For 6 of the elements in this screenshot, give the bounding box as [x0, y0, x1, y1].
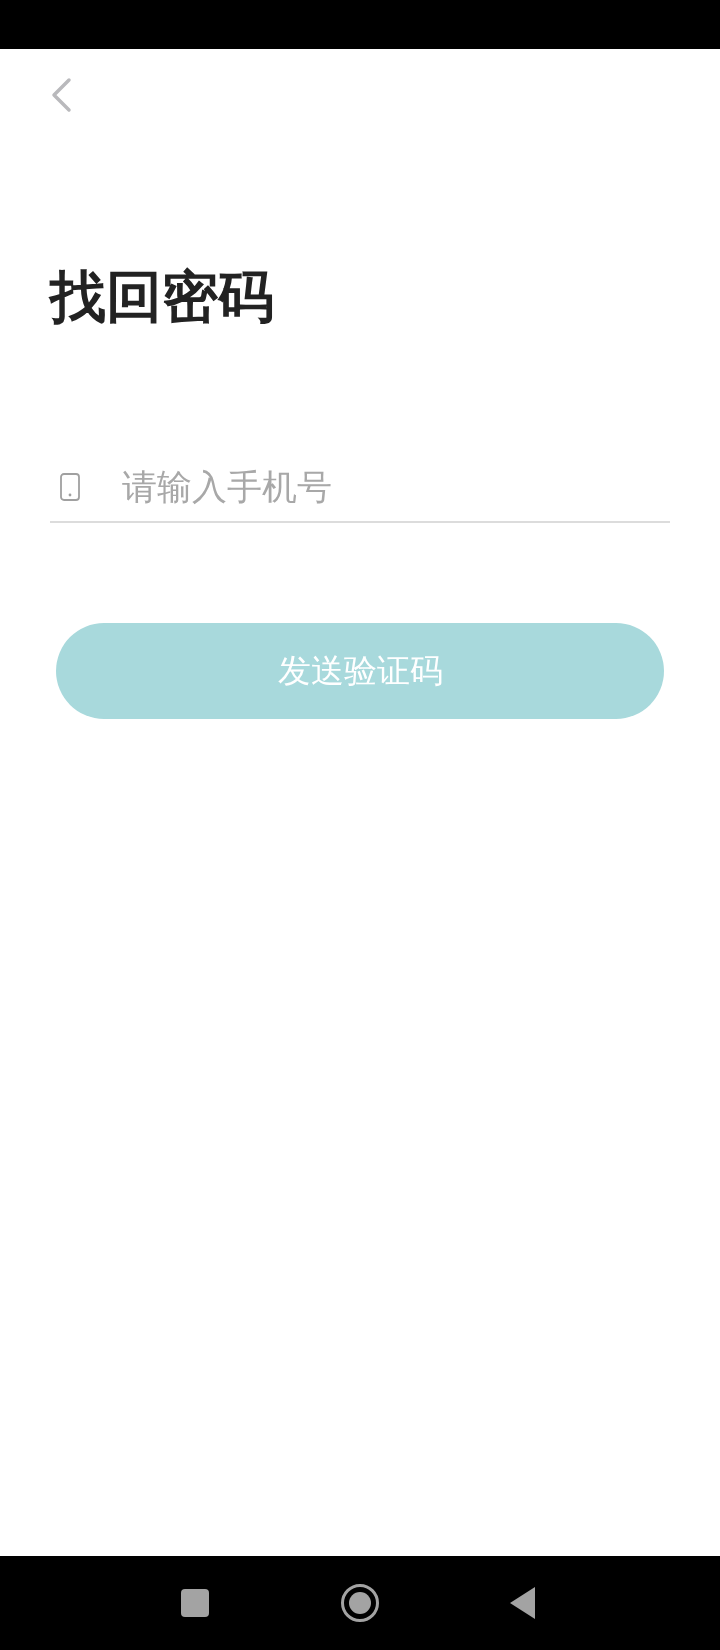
phone-icon — [60, 473, 80, 501]
page-title: 找回密码 — [50, 269, 274, 325]
send-code-button[interactable]: 发送验证码 — [56, 623, 664, 719]
phone-input-field[interactable]: 请输入手机号 — [122, 460, 670, 514]
home-icon[interactable] — [340, 1583, 380, 1623]
back-nav-icon[interactable] — [508, 1586, 536, 1620]
